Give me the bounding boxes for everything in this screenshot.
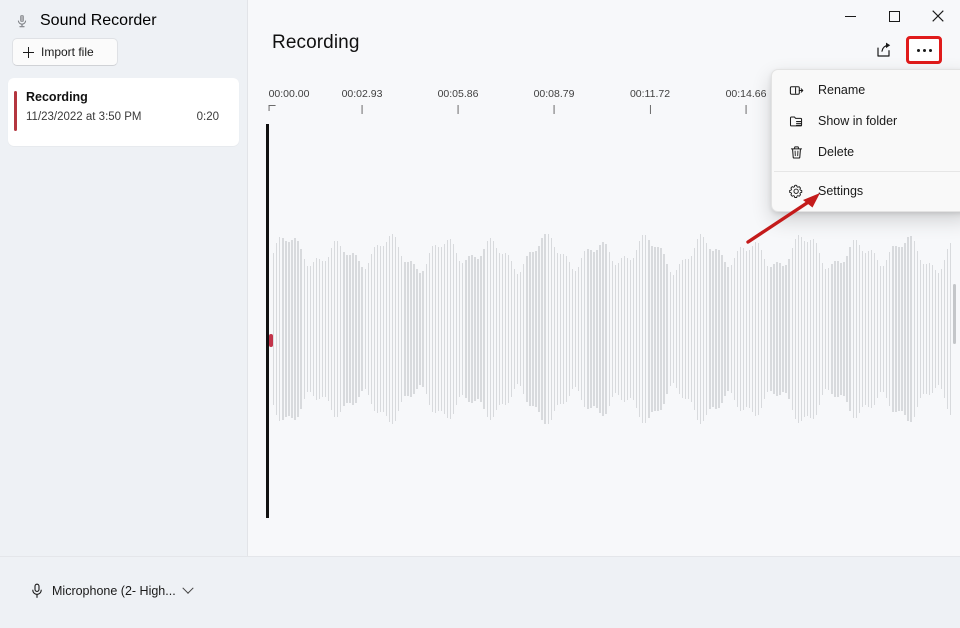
menu-separator [774, 171, 960, 172]
ruler-tick-label: 00:08.79 [533, 88, 575, 100]
menu-item-label: Delete [818, 145, 855, 159]
app-title: Sound Recorder [40, 12, 157, 29]
recording-duration: 0:20 [196, 111, 219, 123]
recording-meta: 11/23/2022 at 3:50 PM 0:20 [26, 111, 225, 123]
ruler-tick-mark [745, 105, 747, 114]
ruler-tick-mark [361, 105, 363, 114]
recordings-list: Recording 11/23/2022 at 3:50 PM 0:20 [8, 78, 239, 146]
title-bar [248, 0, 960, 32]
microphone-selector[interactable]: Microphone (2- High... [24, 579, 198, 603]
selected-accent-bar [14, 91, 17, 131]
close-button[interactable] [916, 0, 960, 32]
ruler-tick-label: 00:00.00 [268, 88, 310, 100]
microphone-icon [17, 15, 27, 28]
menu-item-label: Rename [818, 83, 866, 97]
trash-icon [788, 144, 804, 160]
ellipsis-icon [916, 48, 932, 52]
waveform-bars [273, 234, 953, 424]
app-title-row: Sound Recorder [14, 8, 157, 34]
chevron-down-icon [182, 582, 194, 594]
share-icon [877, 42, 891, 57]
gear-icon [788, 183, 804, 199]
menu-item-label: Settings [818, 184, 864, 198]
ruler-tick-label: 00:02.93 [341, 88, 383, 100]
sidebar: Sound Recorder Import file Recording 11/… [0, 0, 248, 556]
recording-date: 11/23/2022 at 3:50 PM [26, 111, 142, 123]
plus-icon [23, 46, 34, 58]
menu-item-delete[interactable]: Delete [776, 137, 960, 167]
ruler-tick-mark [457, 105, 459, 114]
menu-item-label: Show in folder [818, 114, 898, 128]
window-controls [828, 0, 960, 32]
ruler-tick: 00:11.72 [630, 88, 670, 114]
scrollbar-thumb[interactable] [953, 284, 956, 344]
see-more-button[interactable] [906, 36, 942, 64]
list-item[interactable]: Recording 11/23/2022 at 3:50 PM 0:20 [8, 78, 239, 146]
ruler-tick-mark [649, 105, 651, 114]
close-icon [932, 10, 944, 22]
import-file-label: Import file [41, 45, 94, 59]
more-options-menu: Rename Show in folder Delete Settings [771, 69, 960, 212]
menu-item-rename[interactable]: Rename [776, 75, 960, 105]
sound-recorder-window: Sound Recorder Import file Recording 11/… [0, 0, 960, 628]
ruler-tick-label: 00:05.86 [437, 88, 479, 100]
import-file-button[interactable]: Import file [12, 38, 118, 66]
recording-name: Recording [26, 90, 88, 104]
ruler-tick: 00:05.86 [437, 88, 479, 114]
share-button[interactable] [868, 36, 900, 64]
ruler-tick-mark [268, 105, 276, 111]
menu-item-settings[interactable]: Settings [776, 176, 960, 206]
rename-icon [788, 82, 804, 98]
ruler-tick-label: 00:11.72 [629, 88, 671, 100]
minimize-button[interactable] [828, 0, 872, 32]
ruler-tick: 00:14.66 [725, 88, 767, 114]
microphone-icon [32, 583, 42, 598]
maximize-icon [888, 10, 900, 22]
minimize-icon [844, 15, 856, 17]
ruler-tick: 00:02.93 [341, 88, 383, 114]
menu-item-show-in-folder[interactable]: Show in folder [776, 106, 960, 136]
folder-icon [788, 113, 804, 129]
maximize-button[interactable] [872, 0, 916, 32]
transport-bar: Microphone (2- High... 00:00:00.00 / 00:… [0, 556, 960, 628]
microphone-label: Microphone (2- High... [52, 584, 176, 598]
marker-indicator[interactable] [269, 334, 273, 347]
playhead[interactable] [266, 124, 269, 518]
page-title: Recording [272, 32, 360, 53]
ruler-tick-mark [553, 105, 555, 114]
ruler-tick-label: 00:14.66 [725, 88, 767, 100]
ruler-tick: 00:00.00 [268, 88, 310, 111]
title-actions [868, 36, 942, 64]
ruler-tick: 00:08.79 [533, 88, 575, 114]
